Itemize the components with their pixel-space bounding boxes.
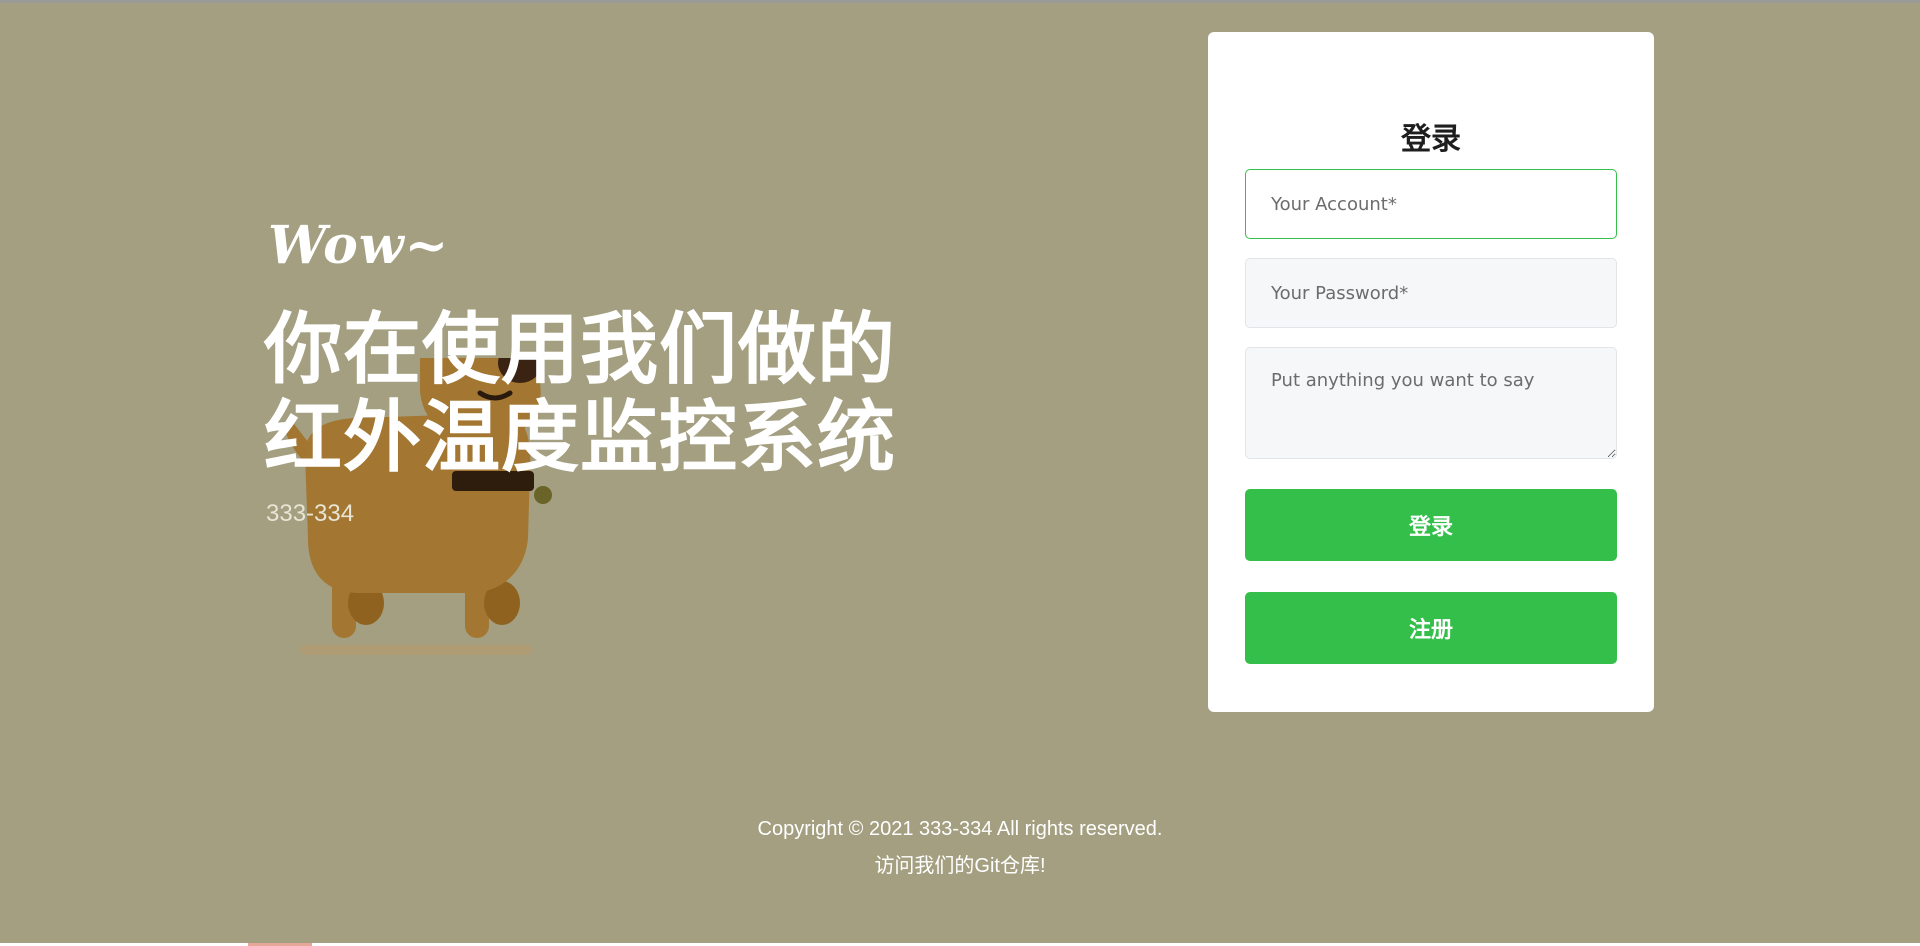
hero-section: Wow~ 你在使用我们做的 红外温度监控系统 333-334 登录 登录 注册 … — [0, 3, 1920, 946]
hero-headline-line-1: 你在使用我们做的 — [264, 305, 897, 395]
login-card: 登录 登录 注册 — [1208, 32, 1654, 712]
register-button[interactable]: 注册 — [1245, 592, 1617, 664]
hero-headline-line-2: 红外温度监控系统 — [264, 393, 897, 483]
hero-headline: 你在使用我们做的 红外温度监控系统 — [264, 306, 924, 482]
login-button[interactable]: 登录 — [1245, 489, 1617, 561]
git-repo-link[interactable]: 访问我们的Git仓库! — [0, 849, 1920, 878]
password-input[interactable] — [1245, 258, 1617, 328]
hero-greeting: Wow~ — [268, 215, 450, 276]
account-input[interactable] — [1245, 169, 1617, 239]
hero-subtitle: 333-334 — [266, 500, 355, 527]
copyright-text: Copyright © 2021 333-334 All rights rese… — [757, 818, 1163, 840]
message-textarea[interactable] — [1245, 347, 1617, 459]
login-card-title: 登录 — [1401, 122, 1461, 157]
